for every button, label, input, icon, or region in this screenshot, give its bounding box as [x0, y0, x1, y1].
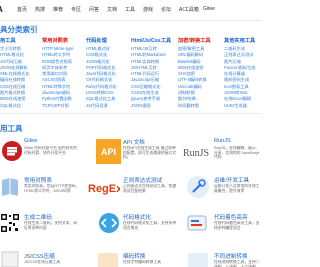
tool-list: HTML格式化 CSS格式化 JSON格式化 PHP代码格式化 Java代码格式… — [86, 46, 129, 109]
tool-link[interactable]: JSON视图 — [131, 103, 176, 109]
tool-link[interactable]: 时间戳转换 — [178, 103, 222, 109]
api-doc-icon: API — [96, 139, 121, 164]
compress-logo[interactable] — [0, 250, 20, 267]
tool-list: HTTP Mime-type HTML转义字符 RGB颜色对照表 网页字体参考 … — [42, 46, 84, 109]
card-title[interactable]: 运维/开发工具 — [214, 176, 249, 184]
card-title[interactable]: Gitee — [24, 138, 37, 144]
column-header[interactable]: 用工具 — [0, 37, 16, 44]
column-header[interactable]: 代码处理 — [86, 37, 107, 44]
card-desc: 常用对照表，包括HTTP状态码、HTML转义字符、ASCII码等 — [24, 184, 80, 193]
nav-item[interactable]: 文档 — [107, 6, 125, 13]
devtools-logo[interactable] — [186, 175, 210, 199]
card-desc: Gitee 代码托管平台 国内领先的代码托管、协作开发平台 — [24, 146, 77, 155]
card-title[interactable]: API 文档 — [123, 138, 145, 146]
nav-item[interactable]: 游戏 — [143, 6, 161, 13]
highlight-logo[interactable] — [186, 212, 210, 234]
nav-item[interactable]: 推荐 — [53, 6, 71, 13]
card-title[interactable]: 生成二维码 — [24, 213, 52, 221]
runjs-logo[interactable]: RunJS — [182, 143, 212, 163]
card-desc: 在线生成二维码，支持文本、网址等多种内容 — [24, 221, 78, 230]
site-logo[interactable]: A — [0, 5, 3, 14]
card-title[interactable]: 代码着色高亮 — [214, 213, 248, 221]
divider — [0, 113, 262, 114]
section-title-tool-index: 具分类索引 — [0, 25, 38, 34]
column-header[interactable]: Html/Js/Css工具 — [131, 37, 171, 44]
runjs-icon: RunJS — [183, 148, 209, 159]
card-desc: JS/CSS在线压缩工具 — [24, 260, 61, 264]
tool-link[interactable]: SQL格式化 — [0, 103, 38, 109]
book-icon — [2, 178, 18, 196]
runjs-logo-text: RunJS — [183, 148, 209, 159]
nav-item[interactable]: 首页 — [17, 6, 35, 13]
column-header[interactable]: 其他实用工具 — [224, 37, 255, 44]
compress-icon — [1, 251, 19, 267]
card-title[interactable]: 常用对照表 — [24, 176, 52, 184]
section-title-common-tools: 用工具 — [0, 124, 23, 133]
code-icon — [99, 213, 119, 233]
tool-list: 加密/解密工具 URL编码解码 Base64编码 MD5在线加密 SHA加密 U… — [178, 46, 222, 109]
card-title[interactable]: JS/CSS压缩 — [24, 252, 55, 260]
tool-link[interactable]: TCP/UDP对照 — [42, 103, 84, 109]
column-header[interactable]: 加密/转换工具 — [178, 37, 211, 44]
code-format-logo[interactable] — [98, 212, 120, 234]
nav-item[interactable]: 问答 — [89, 6, 107, 13]
card-desc: 运维开发人员常用的在线工具集合，提升效率 — [214, 184, 260, 193]
regex-logo-text: RegEx — [88, 183, 120, 195]
main-nav: 首页 热搜 推荐 专区 问答 文档 工具 游戏 论坛 AI工具箱 Gitee — [17, 6, 221, 13]
nav-item[interactable]: 热搜 — [35, 6, 53, 13]
tool-link[interactable]: UUID生成器 — [224, 103, 262, 109]
highlight-icon — [187, 215, 207, 231]
card-desc: 在线进制转换工具，支持二进制、八进制、十六进制 — [214, 260, 260, 267]
wrench-icon — [187, 176, 209, 198]
encode-icon — [98, 253, 118, 267]
base-convert-logo[interactable] — [186, 250, 210, 267]
nav-item[interactable]: 工具 — [125, 6, 143, 13]
tool-list: HTML/JS互转 HTML转Markdown HTML实体转换 JS/HTML… — [131, 46, 176, 109]
card-desc: 在线代码格式化工具，支持多种语言美化 — [123, 221, 177, 230]
qrcode-icon — [0, 213, 20, 233]
tool-link[interactable]: JS代码混淆 — [86, 103, 129, 109]
encode-logo[interactable] — [96, 250, 120, 267]
regex-icon: RegEx — [88, 183, 120, 195]
nav-item[interactable]: 论坛 — [161, 6, 179, 13]
card-desc: 正则表达式在线测试工具，快速测试匹配结果 — [123, 184, 177, 193]
nav-item[interactable]: 专区 — [71, 6, 89, 13]
reference-table-logo[interactable] — [0, 176, 20, 198]
card-title[interactable]: 代码格式化 — [123, 213, 151, 221]
card-title[interactable]: RunJS — [214, 138, 231, 144]
card-desc: 在线代码着色高亮工具，支持多种编程语言 — [214, 221, 260, 230]
regex-logo[interactable]: RegEx — [88, 179, 120, 197]
tool-list: 大小写转换 HTML格式化 JS代码压缩 JSON在线解析 XML在线格式化 编… — [0, 46, 38, 109]
nav-item[interactable]: AI工具箱 — [179, 6, 203, 13]
card-desc: 在线字符编码转换工具 — [123, 260, 161, 264]
tool-list: 二维码生成 正则表达式测试 图片压缩 Favicon图标生成 在线计算器 随机密… — [224, 46, 262, 109]
card-desc: 在线API文档生成工具 通过简单的配置，即可生成美观的接口文档。 — [123, 146, 177, 160]
card-title[interactable]: 编码转换 — [123, 252, 145, 260]
card-title[interactable]: 正则表达式测试 — [123, 176, 162, 184]
card-title[interactable]: 不同进制转换 — [214, 252, 248, 260]
card-desc: RunJS，在线编辑、展示、分享、交流你的 JavaScript 代码 — [214, 146, 260, 160]
api-doc-logo[interactable]: API — [96, 139, 121, 164]
top-navbar: A 首页 热搜 推荐 专区 问答 文档 工具 游戏 论坛 AI工具箱 Gitee — [0, 0, 262, 21]
base-convert-icon — [188, 253, 208, 267]
column-header[interactable]: 常用对照表 — [42, 37, 68, 44]
api-logo-text: API — [101, 147, 116, 157]
nav-item[interactable]: Gitee — [203, 6, 221, 13]
qrcode-logo[interactable] — [0, 213, 20, 233]
